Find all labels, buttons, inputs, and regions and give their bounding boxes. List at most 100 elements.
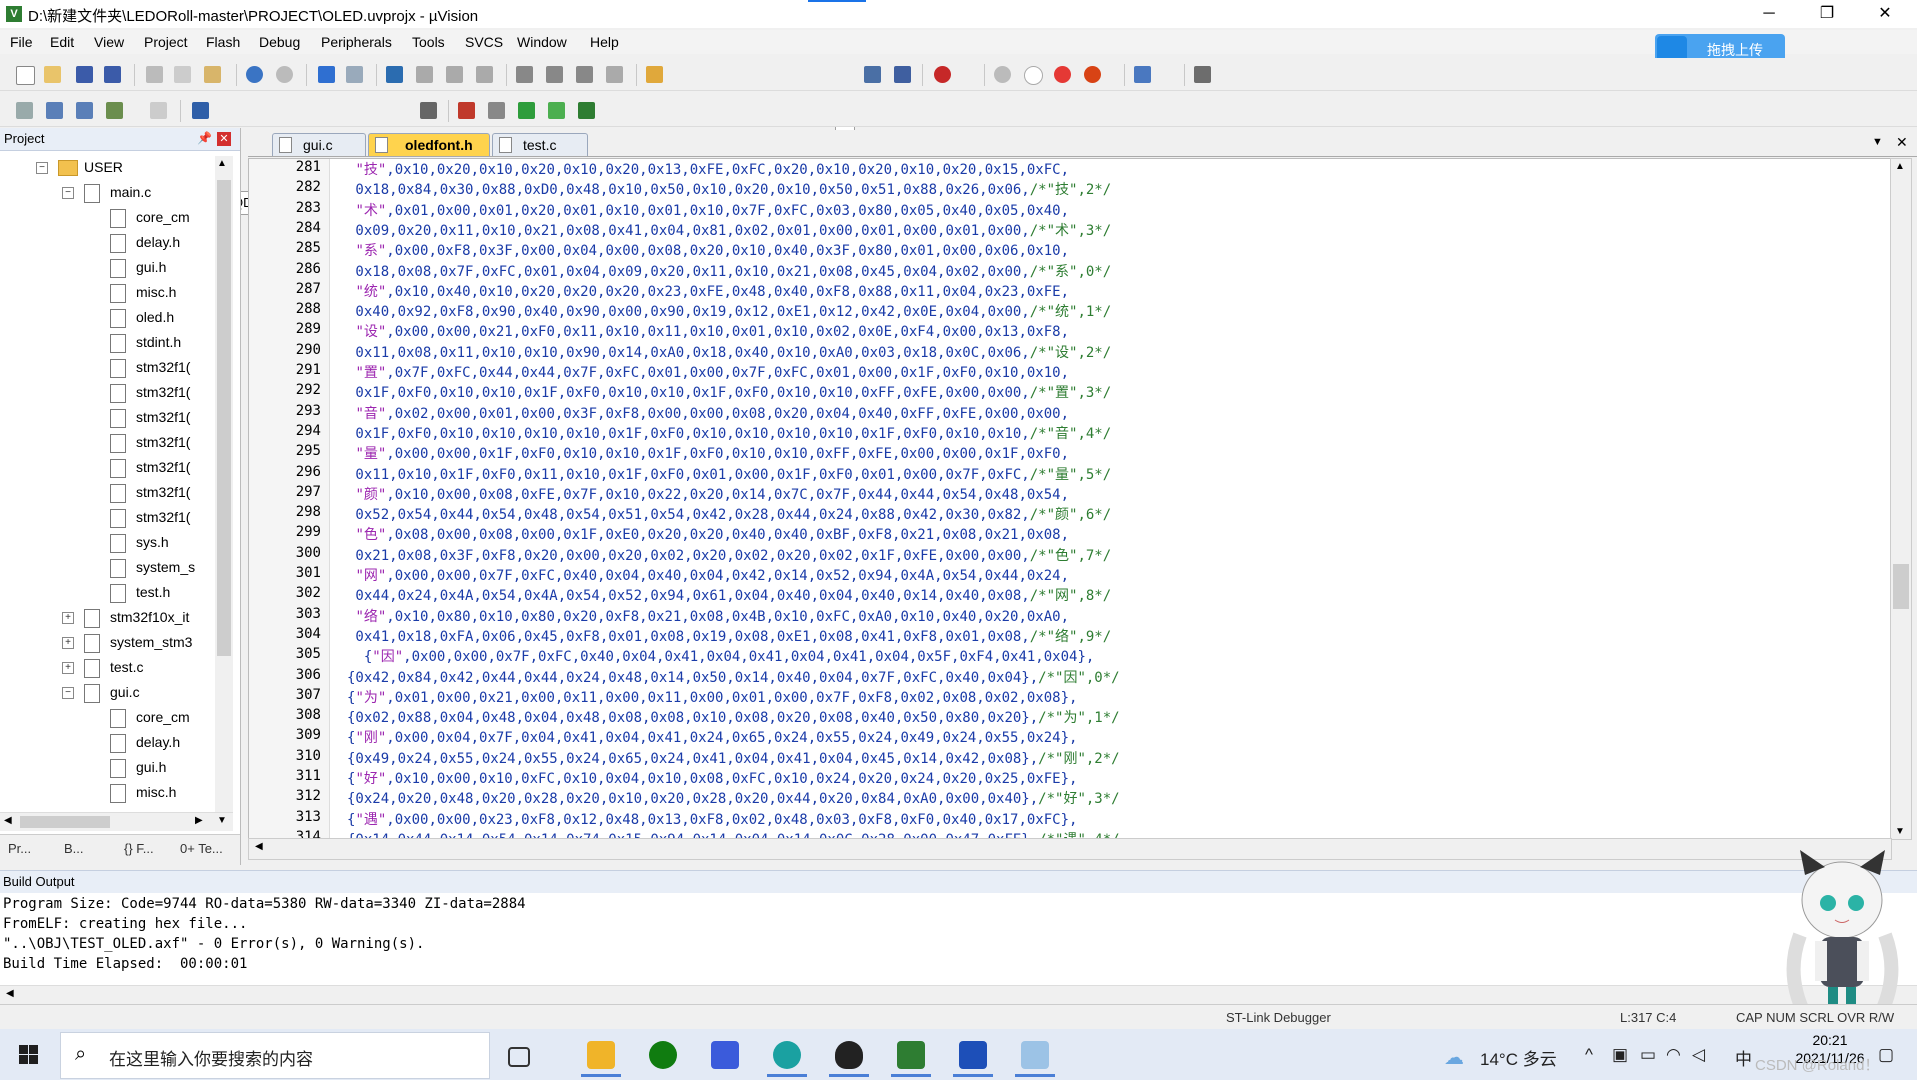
- clear-bookmarks-icon[interactable]: [476, 66, 493, 83]
- scroll-up-icon[interactable]: ▲: [1895, 161, 1905, 172]
- tree-item[interactable]: − gui.c: [0, 681, 212, 705]
- close-tab-icon[interactable]: ✕: [1896, 134, 1908, 151]
- tree-item[interactable]: gui.h: [0, 756, 212, 780]
- code-line[interactable]: 300 0x21,0x08,0x3F,0xF8,0x20,0x00,0x20,0…: [249, 545, 1889, 565]
- code-line[interactable]: 281 "技",0x10,0x20,0x10,0x20,0x10,0x20,0x…: [249, 159, 1889, 179]
- tree-item[interactable]: − main.c: [0, 181, 212, 205]
- menu-file[interactable]: File: [10, 34, 33, 50]
- tab-gui-c[interactable]: gui.c: [272, 133, 366, 156]
- save-icon[interactable]: [76, 66, 93, 83]
- file-explorer-button[interactable]: [578, 1033, 624, 1077]
- code-line[interactable]: 298 0x52,0x54,0x44,0x54,0x48,0x54,0x51,0…: [249, 504, 1889, 524]
- code-line[interactable]: 287 "统",0x10,0x40,0x10,0x20,0x20,0x20,0x…: [249, 281, 1889, 301]
- menu-debug[interactable]: Debug: [259, 34, 300, 50]
- code-line[interactable]: 295 "量",0x00,0x00,0x1F,0xF0,0x10,0x10,0x…: [249, 443, 1889, 463]
- volume-icon[interactable]: ◁: [1692, 1045, 1705, 1065]
- app-button[interactable]: [1012, 1033, 1058, 1077]
- new-file-icon[interactable]: [16, 66, 35, 85]
- collapse-icon[interactable]: −: [36, 162, 48, 174]
- tab-oledfont-h[interactable]: oledfont.h: [368, 133, 490, 156]
- select-packs-icon[interactable]: [548, 102, 565, 119]
- tree-item[interactable]: stm32f1(: [0, 406, 212, 430]
- menu-window[interactable]: Window: [517, 34, 567, 50]
- vs-code-button[interactable]: [702, 1033, 748, 1077]
- debug-session-icon[interactable]: [894, 66, 911, 83]
- xbox-button[interactable]: [640, 1033, 686, 1077]
- disable-breakpoints-icon[interactable]: [1054, 66, 1071, 83]
- tree-item[interactable]: gui.h: [0, 256, 212, 280]
- scrollbar-thumb[interactable]: [217, 180, 231, 656]
- tab-project[interactable]: Pr...: [8, 841, 31, 856]
- collapse-icon[interactable]: −: [62, 687, 74, 699]
- navigate-forward-icon[interactable]: [346, 66, 363, 83]
- task-view-button[interactable]: [494, 1033, 540, 1077]
- insert-breakpoint-icon[interactable]: [994, 66, 1011, 83]
- open-file-icon[interactable]: [44, 66, 61, 83]
- manage-rte-icon[interactable]: [578, 102, 595, 119]
- tree-item[interactable]: stdint.h: [0, 331, 212, 355]
- code-line[interactable]: 313 {"遇",0x00,0x00,0x23,0xF8,0x12,0x48,0x…: [249, 809, 1889, 829]
- tree-item[interactable]: misc.h: [0, 781, 212, 805]
- download-load-icon[interactable]: [192, 102, 209, 119]
- edge-button[interactable]: [764, 1033, 810, 1077]
- code-line[interactable]: 294 0x1F,0xF0,0x10,0x10,0x10,0x10,0x1F,0…: [249, 423, 1889, 443]
- incremental-find-icon[interactable]: [864, 66, 881, 83]
- tree-item[interactable]: stm32f1(: [0, 356, 212, 380]
- menu-edit[interactable]: Edit: [50, 34, 74, 50]
- expand-icon[interactable]: +: [62, 662, 74, 674]
- build-output-panel[interactable]: Program Size: Code=9744 RO-data=5380 RW-…: [0, 893, 1917, 985]
- code-line[interactable]: 303 "络",0x10,0x80,0x10,0x80,0x20,0xF8,0x…: [249, 606, 1889, 626]
- menu-peripherals[interactable]: Peripherals: [321, 34, 392, 50]
- code-line[interactable]: 311 {"好",0x10,0x00,0x10,0xFC,0x10,0x04,0x…: [249, 768, 1889, 788]
- wifi-icon[interactable]: ◠: [1666, 1045, 1681, 1065]
- code-line[interactable]: 302 0x44,0x24,0x4A,0x54,0x4A,0x54,0x52,0…: [249, 585, 1889, 605]
- network-icon[interactable]: ▣: [1612, 1045, 1628, 1065]
- bookmark-icon[interactable]: [386, 66, 403, 83]
- navigate-back-icon[interactable]: [318, 66, 335, 83]
- kill-breakpoints-icon[interactable]: [1084, 66, 1101, 83]
- copy-icon[interactable]: [174, 66, 191, 83]
- expand-icon[interactable]: +: [62, 637, 74, 649]
- rebuild-icon[interactable]: [76, 102, 93, 119]
- tab-list-dropdown-icon[interactable]: ▼: [1872, 136, 1883, 148]
- enable-breakpoint-icon[interactable]: [1024, 66, 1043, 85]
- file-extensions-icon[interactable]: [488, 102, 505, 119]
- tree-item[interactable]: stm32f1(: [0, 456, 212, 480]
- tree-item[interactable]: misc.h: [0, 281, 212, 305]
- code-line[interactable]: 312 {0x24,0x20,0x48,0x20,0x28,0x20,0x10,0…: [249, 788, 1889, 808]
- tab-test-c[interactable]: test.c: [492, 133, 588, 156]
- taskbar-search-input[interactable]: ⌕ 在这里输入你要搜索的内容: [60, 1032, 490, 1079]
- undo-icon[interactable]: [246, 66, 263, 83]
- tree-item[interactable]: core_cm: [0, 706, 212, 730]
- menu-project[interactable]: Project: [144, 34, 188, 50]
- tab-books[interactable]: B...: [64, 841, 84, 856]
- scroll-right-icon[interactable]: ▶: [195, 815, 203, 826]
- batch-build-icon[interactable]: [106, 102, 123, 119]
- next-bookmark-icon[interactable]: [446, 66, 463, 83]
- tree-item[interactable]: delay.h: [0, 231, 212, 255]
- code-line[interactable]: 291 "置",0x7F,0xFC,0x44,0x44,0x7F,0xFC,0x…: [249, 362, 1889, 382]
- code-line[interactable]: 286 0x18,0x08,0x7F,0xFC,0x01,0x04,0x09,0…: [249, 261, 1889, 281]
- code-line[interactable]: 307 {"为",0x01,0x00,0x21,0x00,0x11,0x00,0x…: [249, 687, 1889, 707]
- code-line[interactable]: 299 "色",0x08,0x00,0x08,0x00,0x1F,0xE0,0x…: [249, 524, 1889, 544]
- tree-item[interactable]: delay.h: [0, 731, 212, 755]
- code-line[interactable]: 285 "系",0x00,0xF8,0x3F,0x00,0x04,0x00,0x…: [249, 240, 1889, 260]
- cut-icon[interactable]: [146, 66, 163, 83]
- pin-icon[interactable]: 📌: [197, 131, 212, 145]
- collapse-icon[interactable]: −: [62, 187, 74, 199]
- editor-horizontal-scrollbar[interactable]: ◀: [248, 838, 1892, 860]
- qq-button[interactable]: [826, 1033, 872, 1077]
- scrollbar-thumb[interactable]: [1893, 564, 1909, 609]
- tree-item[interactable]: system_s: [0, 556, 212, 580]
- tree-item[interactable]: stm32f1(: [0, 381, 212, 405]
- restore-button[interactable]: ❐: [1798, 0, 1856, 28]
- redo-icon[interactable]: [276, 66, 293, 83]
- menu-flash[interactable]: Flash: [206, 34, 240, 50]
- tree-item[interactable]: + stm32f10x_it: [0, 606, 212, 630]
- window-layout-icon[interactable]: [1134, 66, 1151, 83]
- configure-icon[interactable]: [1194, 66, 1211, 83]
- code-line[interactable]: 308 {0x02,0x88,0x04,0x48,0x04,0x48,0x08,0…: [249, 707, 1889, 727]
- indent-icon[interactable]: [516, 66, 533, 83]
- code-line[interactable]: 283 "术",0x01,0x00,0x01,0x20,0x01,0x10,0x…: [249, 200, 1889, 220]
- code-line[interactable]: 293 "音",0x02,0x00,0x01,0x00,0x3F,0xF8,0x…: [249, 403, 1889, 423]
